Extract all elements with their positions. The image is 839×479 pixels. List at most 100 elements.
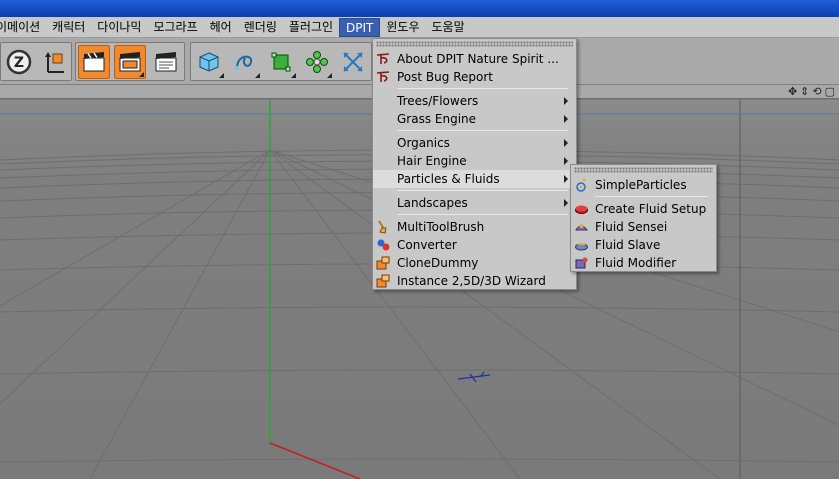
- menu-separator: [397, 130, 568, 131]
- render-settings-button[interactable]: [150, 45, 182, 79]
- menu-item-converter[interactable]: Converter: [373, 236, 576, 254]
- fluid-slave-icon: [574, 238, 589, 252]
- snap-z-button[interactable]: Z: [3, 45, 34, 79]
- menu-separator: [397, 190, 568, 191]
- fluid-modifier-icon: [574, 256, 589, 270]
- spline-pen-button[interactable]: [229, 45, 261, 79]
- menu-grip[interactable]: [574, 167, 713, 173]
- menu-item-label: Create Fluid Setup: [595, 202, 707, 216]
- dolly-view-icon[interactable]: ⇕: [800, 86, 809, 98]
- menu-mograph[interactable]: 모그라프: [147, 18, 203, 37]
- deformer-button[interactable]: [337, 45, 369, 79]
- menu-item-label: Converter: [397, 238, 457, 252]
- spline-pen-icon: [235, 55, 253, 70]
- menu-character[interactable]: 캐릭터: [46, 18, 91, 37]
- main-menubar: 이메이션 캐릭터 다이나믹 모그라프 헤어 렌더링 플러그인 DPIT 윈도우 …: [0, 17, 839, 38]
- menu-hair[interactable]: 헤어: [204, 18, 238, 37]
- toolbar-group-render: [75, 42, 185, 81]
- submenu-arrow-icon: [564, 139, 568, 147]
- menu-separator: [397, 214, 568, 215]
- window-title-bar: [0, 0, 839, 17]
- menu-item-organics[interactable]: Organics: [373, 134, 576, 152]
- cube-icon: [199, 51, 219, 72]
- toolbar-group-snap: Z: [0, 42, 72, 81]
- submenu-arrow-icon: [564, 115, 568, 123]
- menu-item-label: Trees/Flowers: [397, 94, 479, 108]
- deformer-arrows-icon: [343, 51, 363, 72]
- menu-dpit[interactable]: DPIT: [339, 17, 381, 37]
- particles-icon: [574, 178, 589, 192]
- clone-icon: [376, 256, 391, 270]
- menu-item-create-fluid-setup[interactable]: Create Fluid Setup: [571, 200, 716, 218]
- toolbar-group-objects: [190, 42, 372, 81]
- converter-icon: [376, 238, 391, 252]
- render-view-button[interactable]: [78, 44, 110, 79]
- menu-window[interactable]: 윈도우: [380, 18, 425, 37]
- cube-button[interactable]: [193, 45, 225, 79]
- menu-item-fluid-slave[interactable]: Fluid Slave: [571, 236, 716, 254]
- menu-item-hair-engine[interactable]: Hair Engine: [373, 152, 576, 170]
- axis-button[interactable]: [38, 45, 69, 79]
- menu-item-fluid-modifier[interactable]: Fluid Modifier: [571, 254, 716, 272]
- menu-item-label: SimpleParticles: [595, 178, 687, 192]
- menu-item-about[interactable]: About DPIT Nature Spirit ...: [373, 50, 576, 68]
- render-picture-icon: [119, 51, 141, 71]
- nurbs-cube-icon: [271, 52, 291, 71]
- dpit-logo-icon: [376, 70, 391, 84]
- array-cloner-icon: [306, 50, 328, 73]
- snap-z-icon: Z: [6, 49, 31, 74]
- dpit-dropdown-menu: About DPIT Nature Spirit ... Post Bug Re…: [372, 38, 577, 290]
- menu-plugins[interactable]: 플러그인: [283, 18, 339, 37]
- particles-fluids-submenu: SimpleParticles Create Fluid Setup Fluid…: [570, 164, 717, 272]
- menu-help[interactable]: 도움말: [426, 18, 471, 37]
- menu-item-clonedummy[interactable]: CloneDummy: [373, 254, 576, 272]
- menu-item-label: Post Bug Report: [397, 70, 493, 84]
- menu-item-label: Instance 2,5D/3D Wizard: [397, 274, 546, 288]
- maximize-view-icon[interactable]: ▢: [825, 86, 835, 98]
- menu-item-simpleparticles[interactable]: SimpleParticles: [571, 176, 716, 194]
- viewport-nav: ✥ ⇕ ⟲ ▢: [788, 85, 835, 99]
- render-picture-button[interactable]: [114, 44, 146, 79]
- menu-item-fluid-sensei[interactable]: Fluid Sensei: [571, 218, 716, 236]
- menu-item-label: Hair Engine: [397, 154, 467, 168]
- menu-dynamics[interactable]: 다이나믹: [91, 18, 147, 37]
- menu-item-label: MultiToolBrush: [397, 220, 485, 234]
- menu-item-label: About DPIT Nature Spirit ...: [397, 52, 559, 66]
- menu-item-label: Fluid Modifier: [595, 256, 677, 270]
- menu-item-label: Particles & Fluids: [397, 172, 500, 186]
- submenu-arrow-icon: [564, 97, 568, 105]
- menu-item-label: Fluid Sensei: [595, 220, 668, 234]
- menu-item-label: Fluid Slave: [595, 238, 661, 252]
- menu-item-label: Landscapes: [397, 196, 468, 210]
- menu-render[interactable]: 렌더링: [238, 18, 283, 37]
- submenu-arrow-icon: [564, 175, 568, 183]
- rotate-view-icon[interactable]: ⟲: [812, 86, 821, 98]
- submenu-arrow-icon: [564, 157, 568, 165]
- menu-separator: [595, 196, 708, 197]
- menu-item-label: CloneDummy: [397, 256, 479, 270]
- menu-item-landscapes[interactable]: Landscapes: [373, 194, 576, 212]
- submenu-arrow-icon: [564, 199, 568, 207]
- nurbs-button[interactable]: [265, 45, 297, 79]
- menu-item-label: Organics: [397, 136, 450, 150]
- menu-separator: [397, 88, 568, 89]
- fluid-sensei-icon: [574, 220, 589, 234]
- axis-icon: [44, 51, 64, 73]
- menu-item-label: Grass Engine: [397, 112, 477, 126]
- menu-grip[interactable]: [376, 41, 573, 47]
- menu-item-multitoolbrush[interactable]: MultiToolBrush: [373, 218, 576, 236]
- menu-animation[interactable]: 이메이션: [0, 18, 46, 37]
- brush-icon: [376, 220, 391, 234]
- menu-item-post-bug[interactable]: Post Bug Report: [373, 68, 576, 86]
- array-cloner-button[interactable]: [301, 45, 333, 79]
- render-view-icon: [83, 51, 105, 71]
- menu-item-grass-engine[interactable]: Grass Engine: [373, 110, 576, 128]
- menu-item-particles-fluids[interactable]: Particles & Fluids: [373, 170, 576, 188]
- dpit-logo-icon: [376, 52, 391, 66]
- menu-item-instance-wizard[interactable]: Instance 2,5D/3D Wizard: [373, 272, 576, 290]
- instance-icon: [376, 274, 391, 288]
- menu-item-trees-flowers[interactable]: Trees/Flowers: [373, 92, 576, 110]
- svg-text:Z: Z: [13, 55, 23, 71]
- fluid-setup-icon: [574, 202, 589, 216]
- move-view-icon[interactable]: ✥: [788, 86, 797, 98]
